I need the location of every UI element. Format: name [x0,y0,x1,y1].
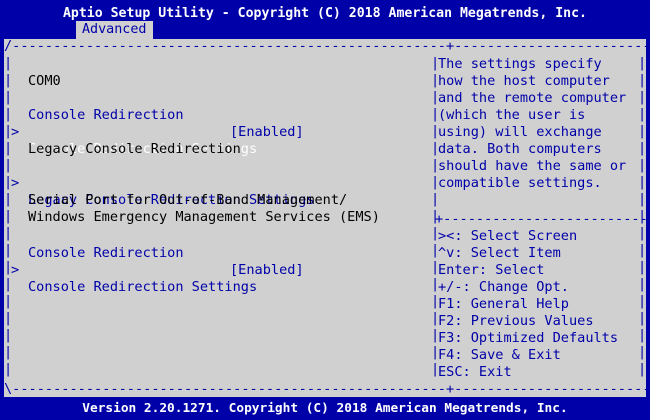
bottom-border: \---------------------------------------… [4,381,646,397]
key-hint-esc: ESC: Exit [438,364,512,380]
com0-console-redirection-settings-item[interactable]: > Console Redirection Settings [4,107,424,157]
help-line: data. Both computers [438,141,602,157]
tab-advanced[interactable]: Advanced [76,21,153,39]
help-line: and the remote computer [438,90,627,106]
key-hint-select-item: ^v: Select Item [438,245,561,261]
help-line: (which the user is [438,107,586,123]
key-hint-change-opt: +/-: Change Opt. [438,279,569,295]
com0-console-redirection-value[interactable]: [Enabled] [230,124,304,141]
legacy-heading: Legacy Console Redirection [28,141,241,157]
com0-console-redirection-row[interactable]: Console Redirection [Enabled] [4,90,424,140]
key-hint-enter: Enter: Select [438,262,545,278]
submenu-arrow-icon: > [11,175,20,191]
key-hint-f3: F3: Optimized Defaults [438,330,619,346]
key-hint-f2: F2: Previous Values [438,313,594,329]
serial-console-redirection-settings-item[interactable]: > Console Redirection Settings [4,245,424,295]
help-line: compatible settings. [438,175,602,191]
help-divider: +--------------------------+ [435,211,646,227]
serial-console-redirection-row[interactable]: Console Redirection [Enabled] [4,228,424,278]
top-border: /---------------------------------------… [4,38,646,54]
serial-heading-line2: Windows Emergency Management Services (E… [28,209,380,225]
legacy-console-redirection-settings-item[interactable]: > Legacy Console Redirection Settings [4,158,424,208]
help-line: how the host computer [438,73,610,89]
submenu-arrow-icon: > [11,124,20,140]
help-line: The settings specify [438,56,602,72]
help-line: using) will exchange [438,124,602,140]
version-footer: Version 2.20.1271. Copyright (C) 2018 Am… [82,401,568,416]
help-line: should have the same or [438,158,627,174]
app-title: Aptio Setup Utility - Copyright (C) 2018… [62,6,587,21]
serial-heading-line1: Serial Port for Out-of-Band Management/ [28,192,348,208]
serial-console-redirection-value[interactable]: [Enabled] [230,262,304,279]
key-hint-f1: F1: General Help [438,296,569,312]
submenu-arrow-icon: > [11,262,20,278]
main-panel: /---------------------------------------… [4,38,646,397]
serial-settings-label: Console Redirection Settings [28,279,258,295]
key-hint-f4: F4: Save & Exit [438,347,561,363]
key-hint-select-screen: ><: Select Screen [438,228,578,244]
com0-heading: COM0 [28,73,61,89]
